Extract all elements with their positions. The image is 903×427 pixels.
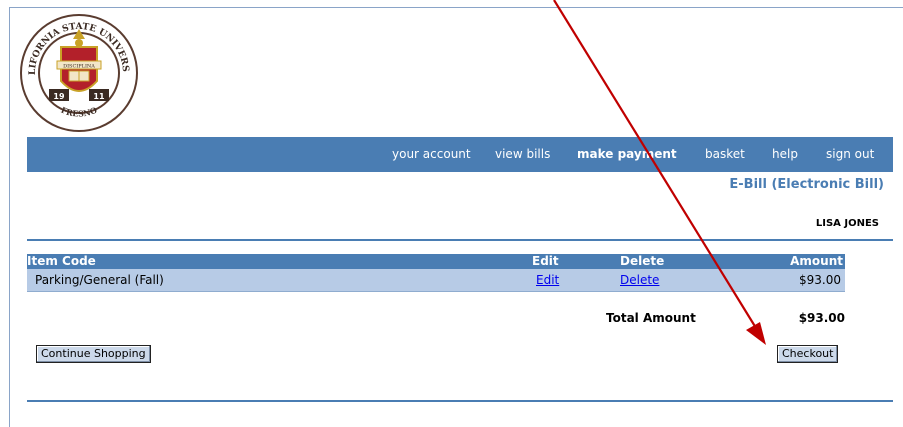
svg-text:DISCIPLINA: DISCIPLINA [63, 64, 95, 70]
top-nav-bar: your account view bills make payment bas… [27, 137, 893, 172]
page-title: E-Bill (Electronic Bill) [729, 177, 884, 192]
divider-top [27, 239, 893, 241]
header-item-code: Item Code [27, 254, 96, 268]
total-amount-value: $93.00 [798, 311, 845, 325]
row-item-code: Parking/General (Fall) [35, 273, 164, 287]
checkout-button[interactable]: Checkout [777, 345, 839, 363]
row-amount: $93.00 [799, 273, 841, 287]
university-seal-logo: CALIFORNIA STATE UNIVERSITY FRESNO DISCI… [19, 13, 138, 132]
nav-view-bills[interactable]: view bills [495, 147, 550, 161]
nav-make-payment[interactable]: make payment [577, 147, 677, 161]
row-delete-link[interactable]: Delete [620, 273, 659, 287]
header-amount: Amount [790, 254, 843, 268]
nav-help[interactable]: help [772, 147, 798, 161]
row-edit-link[interactable]: Edit [536, 273, 559, 287]
seal-year-left: 19 [53, 92, 65, 101]
header-delete: Delete [620, 254, 665, 268]
nav-sign-out[interactable]: sign out [826, 147, 874, 161]
divider-bottom [27, 400, 893, 402]
nav-basket[interactable]: basket [705, 147, 745, 161]
table-header: Item Code Edit Delete Amount [27, 254, 845, 269]
table-row: Parking/General (Fall) Edit Delete $93.0… [27, 269, 845, 292]
page-frame [9, 7, 903, 427]
total-amount-label: Total Amount [606, 311, 696, 325]
nav-your-account[interactable]: your account [392, 147, 471, 161]
customer-name: LISA JONES [815, 218, 879, 229]
header-edit: Edit [532, 254, 559, 268]
seal-year-right: 11 [93, 92, 105, 101]
continue-shopping-button[interactable]: Continue Shopping [36, 345, 151, 363]
